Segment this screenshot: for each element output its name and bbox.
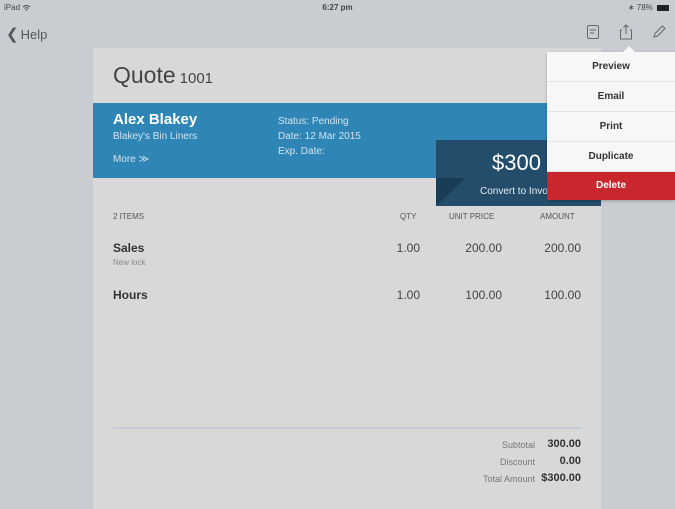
menu-item-duplicate[interactable]: Duplicate bbox=[547, 142, 675, 172]
item-name: Sales bbox=[113, 241, 145, 255]
quote-status: Status: Pending bbox=[278, 116, 349, 127]
subtotal-label: Subtotal bbox=[501, 440, 535, 450]
item-description: New lock bbox=[113, 258, 146, 267]
quote-date: Date: 12 Mar 2015 bbox=[278, 131, 361, 142]
item-unit-price: 100.00 bbox=[465, 288, 502, 302]
status-bar: iPad 6:27 pm ∗ 78% bbox=[0, 0, 675, 14]
discount-label: Discount bbox=[499, 457, 535, 467]
item-amount: 200.00 bbox=[544, 241, 581, 255]
item-qty: 1.00 bbox=[396, 288, 420, 302]
amount-header: AMOUNT bbox=[540, 212, 575, 221]
menu-item-print[interactable]: Print bbox=[547, 112, 675, 142]
quote-number: 1001 bbox=[179, 70, 214, 87]
menu-item-delete[interactable]: Delete bbox=[547, 172, 675, 200]
discount-value: 0.00 bbox=[559, 455, 581, 467]
convert-to-invoice-button[interactable]: Convert to Invo bbox=[480, 186, 548, 197]
notes-icon[interactable] bbox=[585, 24, 601, 40]
item-name: Hours bbox=[113, 288, 148, 302]
page-title: Quote 1001 bbox=[113, 62, 213, 89]
customer-name[interactable]: Alex Blakey bbox=[113, 111, 197, 128]
item-amount: 100.00 bbox=[544, 288, 581, 302]
qty-header: QTY bbox=[400, 212, 417, 221]
total-amount-label: Total Amount bbox=[482, 474, 535, 484]
battery-icon bbox=[657, 4, 669, 11]
total-amount-value: $300.00 bbox=[541, 472, 581, 484]
menu-arrow bbox=[623, 46, 635, 52]
more-label: More bbox=[113, 154, 136, 165]
menu-item-email[interactable]: Email bbox=[547, 82, 675, 112]
subtotal-value: 300.00 bbox=[547, 438, 581, 450]
unit-price-header: UNIT PRICE bbox=[449, 212, 495, 221]
customer-company: Blakey's Bin Liners bbox=[113, 131, 198, 142]
clock: 6:27 pm bbox=[322, 3, 353, 12]
quote-title: Quote bbox=[113, 62, 176, 88]
total-amount: $300 bbox=[492, 150, 541, 175]
share-icon[interactable] bbox=[618, 24, 634, 40]
totals-divider bbox=[113, 427, 581, 429]
battery-percent: 78% bbox=[636, 3, 653, 12]
menu-item-preview[interactable]: Preview bbox=[547, 52, 675, 82]
items-header: 2 ITEMS bbox=[113, 212, 145, 221]
item-unit-price: 200.00 bbox=[465, 241, 502, 255]
back-chevron-icon: ❮ bbox=[6, 26, 19, 43]
navigation-bar: ❮ Help bbox=[0, 14, 675, 48]
edit-pencil-icon[interactable] bbox=[651, 24, 667, 40]
double-chevron-down-icon: ≫ bbox=[138, 154, 150, 165]
item-qty: 1.00 bbox=[396, 241, 420, 255]
share-menu: Preview Email Print Duplicate Delete bbox=[547, 46, 675, 200]
bluetooth-icon: ∗ bbox=[627, 3, 635, 12]
quote-exp-date: Exp. Date: bbox=[278, 146, 325, 157]
back-label: Help bbox=[20, 27, 48, 42]
ribbon-fold bbox=[436, 178, 466, 206]
back-button[interactable]: ❮ Help bbox=[6, 25, 47, 43]
status-right: ∗ 78% bbox=[628, 3, 669, 12]
more-button[interactable]: More ≫ bbox=[113, 154, 149, 165]
